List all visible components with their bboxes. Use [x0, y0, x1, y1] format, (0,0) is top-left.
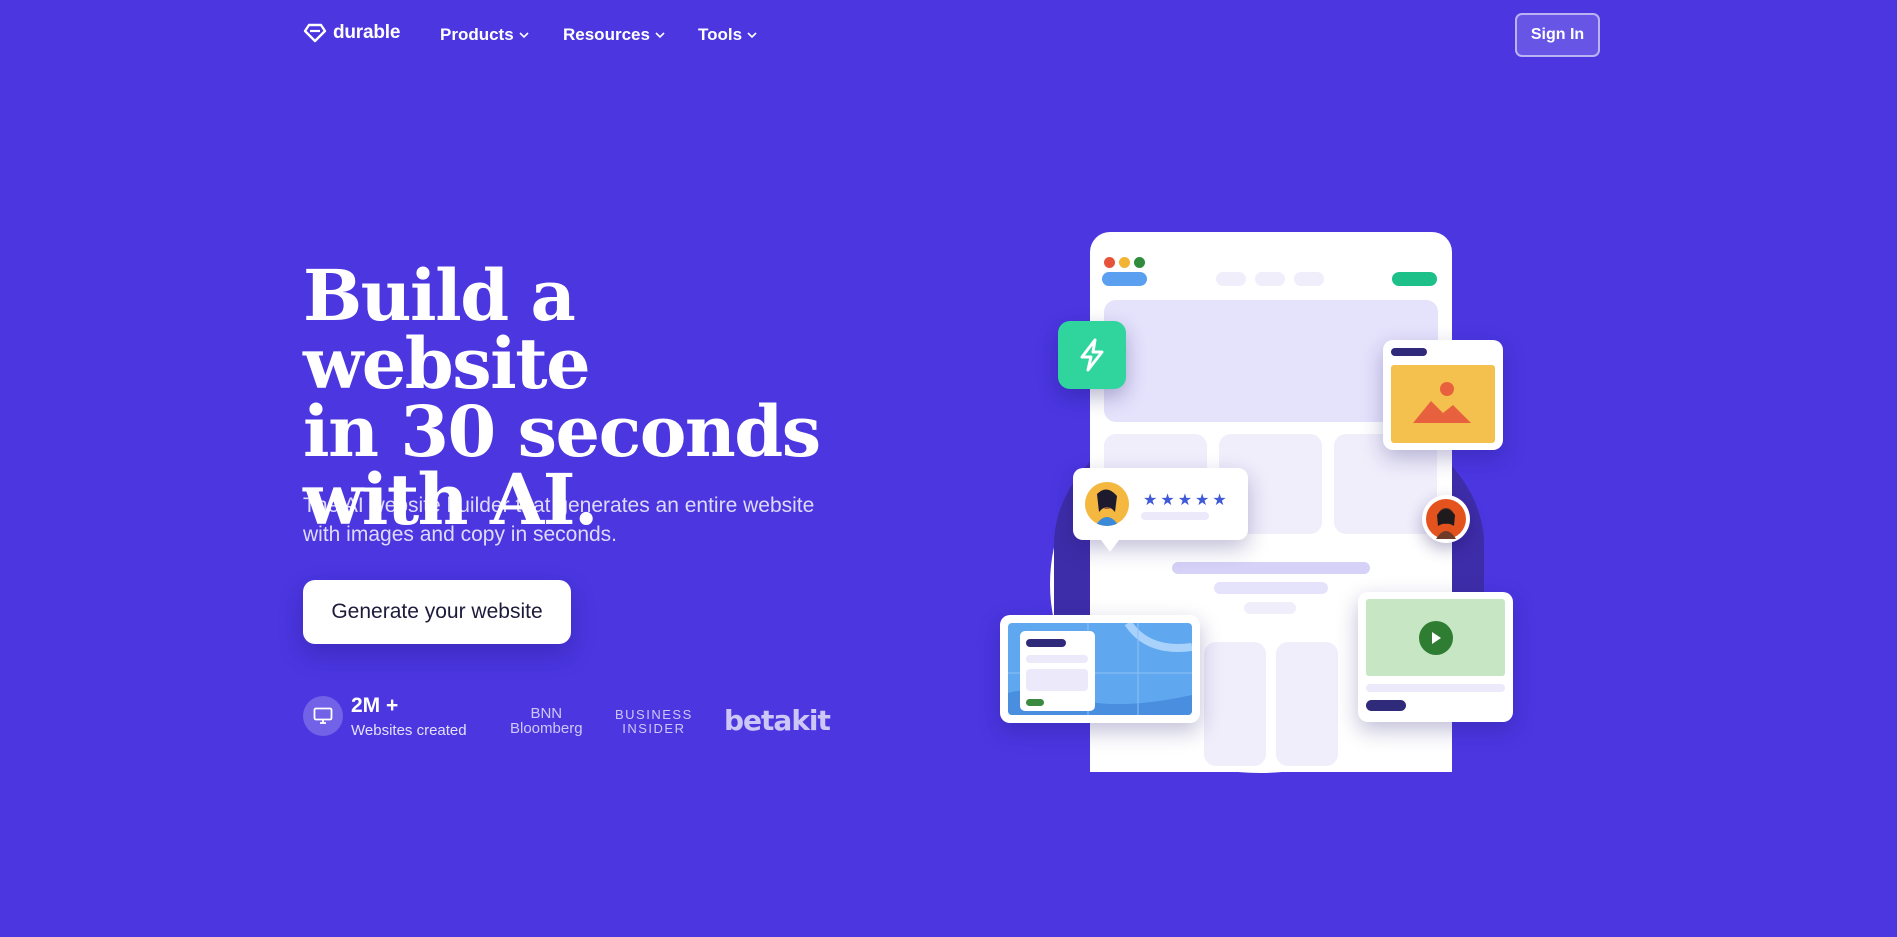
- play-icon: [1418, 620, 1453, 655]
- map-info-block: [1026, 669, 1088, 691]
- avatar: [1085, 482, 1129, 526]
- mock-nav-pill: [1294, 272, 1324, 286]
- rating-stars: ★★★★★: [1143, 492, 1230, 509]
- lightning-icon: [1058, 321, 1126, 389]
- mock-logo-pill: [1102, 272, 1147, 286]
- mock-card-block: [1204, 642, 1266, 766]
- subhead-line-2: with images and copy in seconds.: [303, 523, 618, 546]
- sign-in-button[interactable]: Sign In: [1515, 13, 1600, 57]
- video-text-line: [1366, 684, 1505, 692]
- chevron-down-icon: [747, 32, 757, 39]
- top-navigation: durable Products Resources Tools Sign In: [0, 0, 1897, 70]
- bnn-logo-line-1: BNN: [530, 705, 563, 722]
- mock-nav-pill: [1255, 272, 1285, 286]
- bnn-logo-line-2: Bloomberg: [510, 720, 583, 737]
- window-dot-red: [1104, 257, 1115, 268]
- bi-logo-line-2: INSIDER: [622, 721, 686, 736]
- hero-subheading: The AI website builder that generates an…: [303, 491, 843, 549]
- nav-resources-label: Resources: [563, 25, 650, 44]
- map-card: [1000, 615, 1200, 723]
- headline-line-1: Build a website: [303, 254, 591, 405]
- review-card: ★★★★★: [1073, 468, 1248, 552]
- subhead-line-1: The AI website builder that generates an…: [303, 494, 815, 517]
- map-info-tag: [1026, 699, 1044, 706]
- map-info-panel: [1020, 631, 1095, 711]
- nav-tools[interactable]: Tools: [698, 25, 758, 45]
- nav-resources[interactable]: Resources: [563, 25, 666, 45]
- map-info-title: [1026, 639, 1066, 647]
- website-builder-illustration: ★★★★★: [990, 225, 1530, 785]
- mock-text-line: [1214, 582, 1328, 594]
- map-info-line: [1026, 655, 1088, 663]
- window-dot-green: [1134, 257, 1145, 268]
- nav-products-label: Products: [440, 25, 514, 44]
- review-text-line: [1141, 512, 1209, 520]
- speech-tail: [1101, 540, 1119, 552]
- mock-text-line: [1172, 562, 1370, 574]
- video-title-bar: [1366, 700, 1406, 711]
- image-card-title-bar: [1391, 348, 1427, 356]
- image-icon: [1391, 365, 1495, 443]
- bnn-bloomberg-logo: BNN Bloomberg: [510, 706, 583, 736]
- mock-nav-pill: [1216, 272, 1246, 286]
- nav-products[interactable]: Products: [440, 25, 530, 45]
- websites-count: 2M +: [351, 694, 399, 717]
- generate-website-button[interactable]: Generate your website: [303, 580, 571, 644]
- websites-count-label: Websites created: [351, 722, 467, 739]
- chevron-down-icon: [519, 32, 529, 39]
- video-thumbnail: [1366, 599, 1505, 676]
- chevron-down-icon: [655, 32, 665, 39]
- mock-card-block: [1276, 642, 1338, 766]
- headline-line-2: in 30 seconds: [303, 390, 821, 473]
- betakit-logo: betakit: [724, 704, 831, 737]
- logo-text: durable: [333, 22, 401, 43]
- video-card: [1358, 592, 1513, 722]
- mock-text-line: [1244, 602, 1296, 614]
- diamond-logo-icon: [303, 23, 327, 43]
- avatar: [1422, 495, 1470, 543]
- mock-button-pill: [1392, 272, 1437, 286]
- window-dot-yellow: [1119, 257, 1130, 268]
- image-card: [1383, 340, 1503, 450]
- durable-logo[interactable]: durable: [303, 22, 400, 44]
- business-insider-logo: BUSINESS INSIDER: [615, 708, 693, 736]
- bi-logo-line-1: BUSINESS: [615, 707, 693, 722]
- nav-tools-label: Tools: [698, 25, 743, 44]
- monitor-icon: [303, 696, 343, 736]
